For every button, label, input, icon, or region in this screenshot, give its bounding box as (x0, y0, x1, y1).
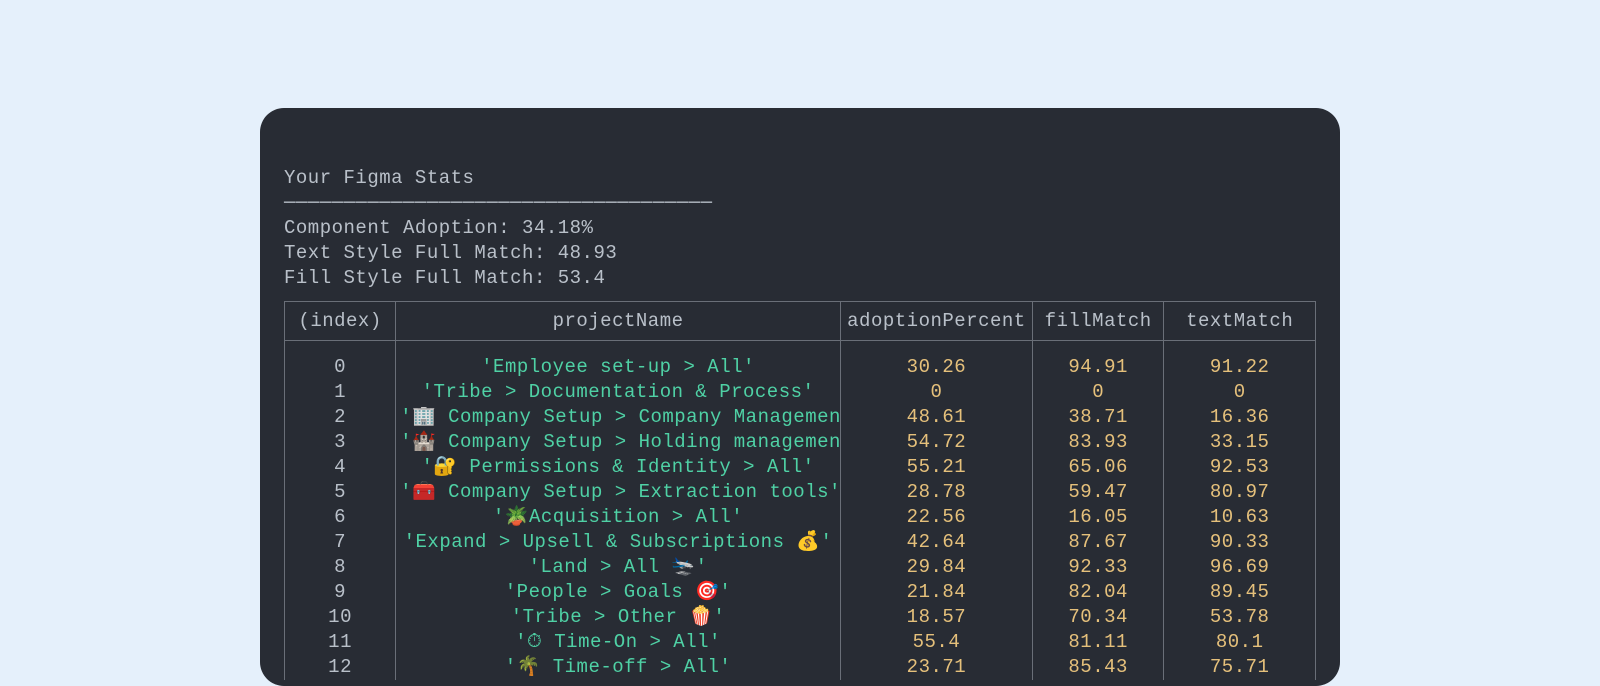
table-row: 4'🔐 Permissions & Identity > All'55.2165… (285, 455, 1316, 480)
cell-adoption-percent: 48.61 (840, 405, 1032, 430)
cell-index: 11 (285, 630, 396, 655)
cell-project-name: '🏰 Company Setup > Holding management' (396, 430, 841, 455)
cell-text-match: 80.1 (1164, 630, 1316, 655)
cell-text-match: 75.71 (1164, 655, 1316, 680)
col-project-name: projectName (396, 302, 841, 341)
cell-fill-match: 81.11 (1032, 630, 1163, 655)
col-fill-match: fillMatch (1032, 302, 1163, 341)
cell-fill-match: 83.93 (1032, 430, 1163, 455)
cell-text-match: 0 (1164, 380, 1316, 405)
cell-fill-match: 82.04 (1032, 580, 1163, 605)
cell-index: 10 (285, 605, 396, 630)
cell-project-name: '🧰 Company Setup > Extraction tools' (396, 480, 841, 505)
cell-index: 7 (285, 530, 396, 555)
table-row: 7'Expand > Upsell & Subscriptions 💰'42.6… (285, 530, 1316, 555)
col-adoption-percent: adoptionPercent (840, 302, 1032, 341)
table-row: 1'Tribe > Documentation & Process'000 (285, 380, 1316, 405)
cell-fill-match: 92.33 (1032, 555, 1163, 580)
table-row: 5'🧰 Company Setup > Extraction tools'28.… (285, 480, 1316, 505)
cell-fill-match: 0 (1032, 380, 1163, 405)
cell-project-name: 'Tribe > Other 🍿' (396, 605, 841, 630)
cell-text-match: 10.63 (1164, 505, 1316, 530)
cell-project-name: '🏢 Company Setup > Company Management' (396, 405, 841, 430)
cell-index: 1 (285, 380, 396, 405)
stats-table: (index) projectName adoptionPercent fill… (284, 301, 1316, 680)
col-text-match: textMatch (1164, 302, 1316, 341)
cell-index: 2 (285, 405, 396, 430)
cell-project-name: '🌴 Time-off > All' (396, 655, 841, 680)
cell-text-match: 96.69 (1164, 555, 1316, 580)
cell-fill-match: 85.43 (1032, 655, 1163, 680)
col-index: (index) (285, 302, 396, 341)
cell-adoption-percent: 28.78 (840, 480, 1032, 505)
cell-index: 5 (285, 480, 396, 505)
table-row: 6'🪴Acquisition > All'22.5616.0510.63 (285, 505, 1316, 530)
cell-adoption-percent: 23.71 (840, 655, 1032, 680)
cell-adoption-percent: 30.26 (840, 341, 1032, 381)
cell-fill-match: 94.91 (1032, 341, 1163, 381)
cell-adoption-percent: 29.84 (840, 555, 1032, 580)
cell-fill-match: 65.06 (1032, 455, 1163, 480)
cell-text-match: 89.45 (1164, 580, 1316, 605)
cell-project-name: 'Expand > Upsell & Subscriptions 💰' (396, 530, 841, 555)
cell-fill-match: 87.67 (1032, 530, 1163, 555)
table-body: 0'Employee set-up > All'30.2694.9191.221… (285, 341, 1316, 681)
cell-adoption-percent: 42.64 (840, 530, 1032, 555)
cell-text-match: 91.22 (1164, 341, 1316, 381)
terminal-window: Your Figma Stats ───────────────────────… (260, 108, 1340, 686)
cell-index: 4 (285, 455, 396, 480)
cell-adoption-percent: 21.84 (840, 580, 1032, 605)
cell-fill-match: 70.34 (1032, 605, 1163, 630)
cell-project-name: '⏱ Time-On > All' (396, 630, 841, 655)
cell-fill-match: 16.05 (1032, 505, 1163, 530)
table-row: 9'People > Goals 🎯'21.8482.0489.45 (285, 580, 1316, 605)
cell-fill-match: 38.71 (1032, 405, 1163, 430)
cell-text-match: 80.97 (1164, 480, 1316, 505)
cell-adoption-percent: 0 (840, 380, 1032, 405)
cell-project-name: 'People > Goals 🎯' (396, 580, 841, 605)
cell-project-name: '🪴Acquisition > All' (396, 505, 841, 530)
table-row: 10'Tribe > Other 🍿'18.5770.3453.78 (285, 605, 1316, 630)
table-row: 3'🏰 Company Setup > Holding management'5… (285, 430, 1316, 455)
cell-adoption-percent: 54.72 (840, 430, 1032, 455)
cell-index: 12 (285, 655, 396, 680)
cell-fill-match: 59.47 (1032, 480, 1163, 505)
cell-index: 8 (285, 555, 396, 580)
cell-text-match: 92.53 (1164, 455, 1316, 480)
cell-index: 3 (285, 430, 396, 455)
table-header-row: (index) projectName adoptionPercent fill… (285, 302, 1316, 341)
cell-adoption-percent: 18.57 (840, 605, 1032, 630)
cell-text-match: 33.15 (1164, 430, 1316, 455)
cell-index: 6 (285, 505, 396, 530)
cell-project-name: 'Tribe > Documentation & Process' (396, 380, 841, 405)
cell-adoption-percent: 55.4 (840, 630, 1032, 655)
cell-project-name: '🔐 Permissions & Identity > All' (396, 455, 841, 480)
table-row: 11'⏱ Time-On > All'55.481.1180.1 (285, 630, 1316, 655)
cell-adoption-percent: 55.21 (840, 455, 1032, 480)
table-row: 2'🏢 Company Setup > Company Management'4… (285, 405, 1316, 430)
stat-component-adoption: Component Adoption: 34.18% (284, 216, 1316, 241)
stat-text-style-match: Text Style Full Match: 48.93 (284, 241, 1316, 266)
table-row: 12'🌴 Time-off > All'23.7185.4375.71 (285, 655, 1316, 680)
table-row: 0'Employee set-up > All'30.2694.9191.22 (285, 341, 1316, 381)
cell-index: 9 (285, 580, 396, 605)
cell-project-name: 'Land > All 🛬' (396, 555, 841, 580)
cell-project-name: 'Employee set-up > All' (396, 341, 841, 381)
cell-adoption-percent: 22.56 (840, 505, 1032, 530)
cell-text-match: 90.33 (1164, 530, 1316, 555)
stat-fill-style-match: Fill Style Full Match: 53.4 (284, 266, 1316, 291)
stats-title: Your Figma Stats (284, 166, 1316, 191)
table-row: 8'Land > All 🛬'29.8492.3396.69 (285, 555, 1316, 580)
divider: ──────────────────────────────────── (284, 191, 1316, 216)
cell-index: 0 (285, 341, 396, 381)
cell-text-match: 53.78 (1164, 605, 1316, 630)
cell-text-match: 16.36 (1164, 405, 1316, 430)
